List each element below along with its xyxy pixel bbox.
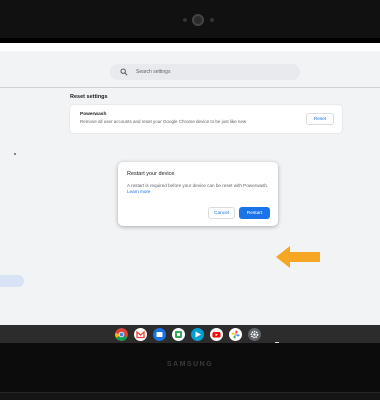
pointer-arrow-icon [276,246,320,268]
search-placeholder: Search settings [136,69,171,75]
powerwash-card: Powerwash Remove all user accounts and r… [70,105,342,133]
sensor-dot [210,18,214,22]
camera-icon [192,14,204,26]
powerwash-title: Powerwash [80,112,107,117]
youtube-icon[interactable] [210,328,223,341]
dialog-title: Restart your device [127,171,175,177]
device-top-bezel [0,0,380,38]
play-store-icon[interactable] [191,328,204,341]
dialog-body: A restart is required before your device… [127,183,272,196]
screen: Search settings Reset settings Powerwash… [0,43,380,325]
reset-button[interactable]: Reset [306,113,334,125]
restart-dialog: Restart your device A restart is require… [118,162,278,226]
restart-button[interactable]: Restart [239,207,270,219]
cancel-button[interactable]: Cancel [208,207,235,219]
files-icon[interactable] [153,328,166,341]
header-divider [0,87,380,88]
section-title: Reset settings [70,94,108,100]
settings-window: Search settings Reset settings Powerwash… [0,51,380,325]
dialog-body-text: A restart is required before your device… [127,183,269,188]
google-photos-icon[interactable] [229,328,242,341]
keyboard-edge [0,392,380,400]
sidebar-selected-item[interactable] [0,275,24,287]
search-icon [120,68,128,76]
settings-icon[interactable] [248,328,261,341]
device-brand-logo: SAMSUNG [166,361,214,368]
search-input[interactable]: Search settings [110,64,300,80]
sidebar-marker [14,153,16,155]
chrome-icon[interactable] [115,328,128,341]
shelf-apps [115,328,261,341]
learn-more-link[interactable]: Learn more [127,189,151,194]
gmail-icon[interactable] [134,328,147,341]
photos-icon[interactable] [172,328,185,341]
powerwash-description: Remove all user accounts and reset your … [80,119,247,124]
window-title-strip [0,43,380,51]
sensor-dot [183,18,187,22]
